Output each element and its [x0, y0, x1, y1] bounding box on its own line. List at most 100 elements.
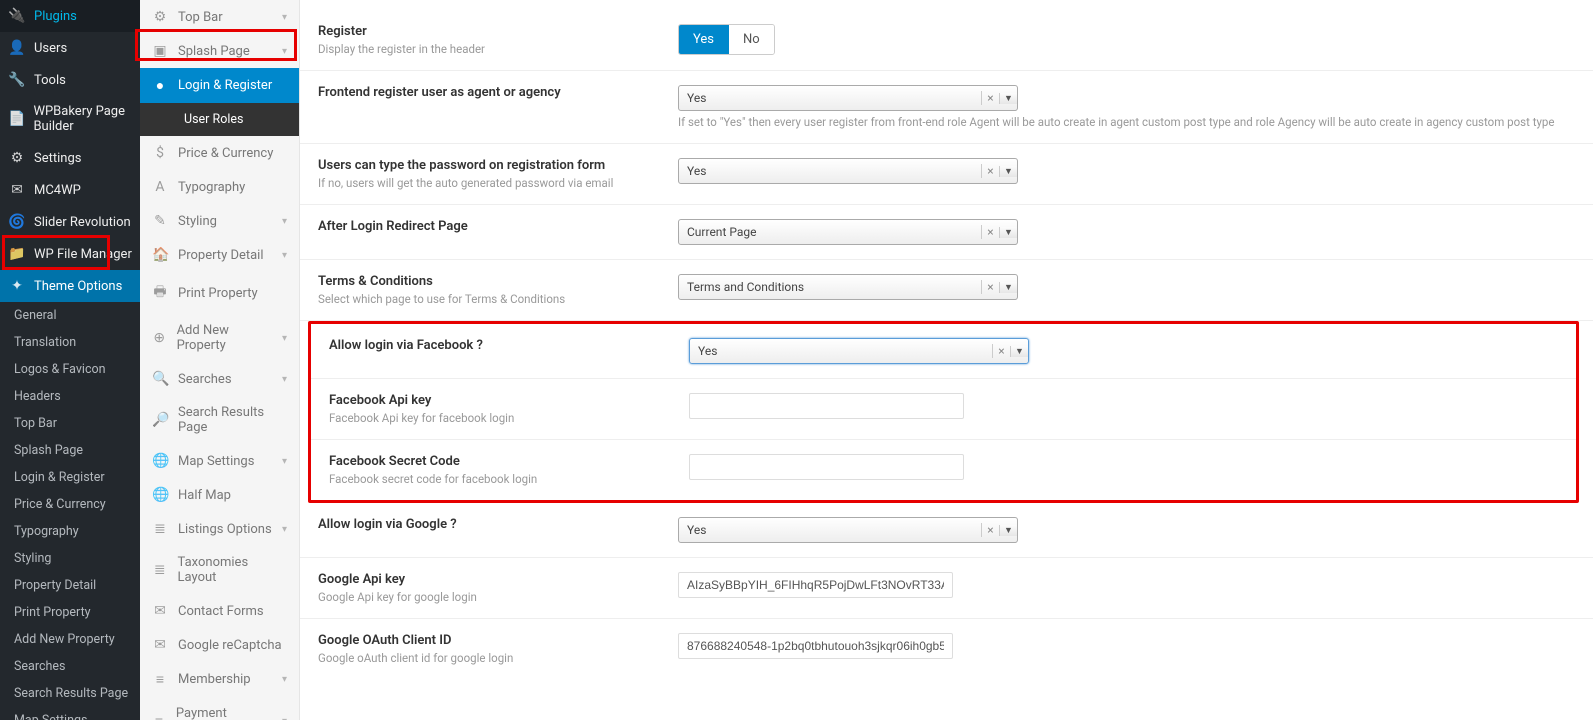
wp-menu-mc4wp[interactable]: ✉MC4WP — [0, 174, 140, 206]
menu-icon: 📁 — [8, 246, 26, 262]
opt-google-recaptcha[interactable]: ✉Google reCaptcha — [140, 628, 299, 662]
option-icon: 🔍 — [152, 371, 168, 387]
wp-submenu-add-new-property[interactable]: Add New Property — [0, 626, 140, 653]
menu-icon: ⚙ — [8, 150, 26, 166]
option-icon: 🖶 — [152, 281, 168, 305]
field-label: Frontend register user as agent or agenc… — [318, 85, 648, 100]
g-oauth-input[interactable] — [678, 633, 953, 659]
wp-submenu-print-property[interactable]: Print Property — [0, 599, 140, 626]
field-label: Google OAuth Client ID — [318, 633, 648, 648]
wp-submenu-splash-page[interactable]: Splash Page — [0, 437, 140, 464]
opt-add-new-property[interactable]: ⊕Add New Property▾ — [140, 314, 299, 362]
wp-submenu-typography[interactable]: Typography — [0, 518, 140, 545]
field-terms: Terms & Conditions Select which page to … — [300, 260, 1593, 321]
chevron-down-icon[interactable]: ▼ — [999, 93, 1017, 104]
select-value: Yes — [679, 164, 981, 178]
field-g-api: Google Api key Google Api key for google… — [300, 558, 1593, 619]
wp-menu-slider-revolution[interactable]: 🌀 Slider Revolution — [0, 206, 140, 238]
opt-map-settings[interactable]: 🌐Map Settings▾ — [140, 444, 299, 478]
option-icon: 🔎 — [152, 412, 168, 428]
option-icon: ≡ — [152, 671, 168, 688]
wp-menu-users[interactable]: 👤 Users — [0, 32, 140, 64]
register-toggle[interactable]: Yes No — [678, 24, 775, 55]
wp-menu-settings[interactable]: ⚙Settings — [0, 142, 140, 174]
g-api-input[interactable] — [678, 572, 953, 598]
fb-secret-input[interactable] — [689, 454, 964, 480]
option-label: Listings Options — [178, 522, 272, 537]
opt-searches[interactable]: 🔍Searches▾ — [140, 362, 299, 396]
opt-print-property[interactable]: 🖶Print Property — [140, 272, 299, 314]
wp-submenu-price-currency[interactable]: Price & Currency — [0, 491, 140, 518]
option-label: Payment Gateways — [176, 706, 272, 720]
field-description: Google oAuth client id for google login — [318, 651, 648, 665]
toggle-yes[interactable]: Yes — [679, 25, 729, 54]
terms-select[interactable]: Terms and Conditions × ▼ — [678, 274, 1018, 300]
option-icon: A — [152, 179, 168, 195]
opt-user-roles[interactable]: User Roles — [140, 103, 299, 136]
chevron-down-icon[interactable]: ▼ — [999, 282, 1017, 293]
wp-submenu-translation[interactable]: Translation — [0, 329, 140, 356]
password-select[interactable]: Yes × ▼ — [678, 158, 1018, 184]
clear-icon[interactable]: × — [992, 344, 1010, 358]
wp-submenu-searches[interactable]: Searches — [0, 653, 140, 680]
menu-label: Theme Options — [34, 279, 122, 294]
menu-label: Slider Revolution — [34, 215, 131, 230]
chevron-down-icon: ▾ — [282, 333, 287, 344]
clear-icon[interactable]: × — [981, 225, 999, 239]
opt-styling[interactable]: ✎Styling▾ — [140, 204, 299, 238]
chevron-down-icon[interactable]: ▼ — [999, 525, 1017, 536]
opt-login-register[interactable]: ●Login & Register — [140, 68, 299, 103]
clear-icon[interactable]: × — [981, 164, 999, 178]
fb-api-input[interactable] — [689, 393, 964, 419]
menu-icon: 👤 — [8, 40, 26, 56]
opt-contact-forms[interactable]: ✉Contact Forms — [140, 594, 299, 628]
wp-menu-tools[interactable]: 🔧Tools — [0, 64, 140, 96]
toggle-no[interactable]: No — [729, 25, 774, 54]
select-value: Current Page — [679, 225, 981, 239]
opt-splash-page[interactable]: ▣Splash Page▾ — [140, 34, 299, 68]
opt-property-detail[interactable]: 🏠Property Detail▾ — [140, 238, 299, 272]
wp-submenu-top-bar[interactable]: Top Bar — [0, 410, 140, 437]
opt-price-currency[interactable]: $Price & Currency — [140, 136, 299, 170]
wp-submenu-headers[interactable]: Headers — [0, 383, 140, 410]
wp-submenu-search-results-page[interactable]: Search Results Page — [0, 680, 140, 707]
opt-listings-options[interactable]: ≣Listings Options▾ — [140, 512, 299, 546]
fb-allow-select[interactable]: Yes × ▼ — [689, 338, 1029, 364]
field-label: Facebook Secret Code — [329, 454, 659, 469]
opt-top-bar[interactable]: ⚙Top Bar▾ — [140, 0, 299, 34]
option-label: Price & Currency — [178, 146, 273, 161]
option-icon: ≡ — [152, 713, 166, 720]
chevron-down-icon[interactable]: ▼ — [1010, 346, 1028, 357]
opt-search-results-page[interactable]: 🔎Search Results Page — [140, 396, 299, 444]
opt-membership[interactable]: ≡Membership▾ — [140, 662, 299, 697]
option-label: Typography — [178, 180, 245, 195]
wp-submenu-map-settings[interactable]: Map Settings — [0, 707, 140, 720]
opt-half-map[interactable]: 🌐Half Map — [140, 478, 299, 512]
wp-menu-plugins[interactable]: 🔌Plugins — [0, 0, 140, 32]
wp-submenu-login-register[interactable]: Login & Register — [0, 464, 140, 491]
wp-menu-wpbakery-page-builder[interactable]: 📄WPBakery Page Builder — [0, 96, 140, 142]
menu-icon: 🌀 — [8, 214, 26, 230]
redirect-select[interactable]: Current Page × ▼ — [678, 219, 1018, 245]
opt-taxonomies-layout[interactable]: ≣Taxonomies Layout — [140, 546, 299, 594]
menu-label: Users — [34, 41, 67, 56]
clear-icon[interactable]: × — [981, 91, 999, 105]
clear-icon[interactable]: × — [981, 280, 999, 294]
chevron-down-icon: ▾ — [282, 374, 287, 385]
wp-menu-wp-file-manager[interactable]: 📁WP File Manager — [0, 238, 140, 270]
chevron-down-icon[interactable]: ▼ — [999, 227, 1017, 238]
wp-menu-theme-options[interactable]: ✦Theme Options — [0, 270, 140, 302]
select-value: Yes — [679, 523, 981, 537]
settings-panel: Register Display the register in the hea… — [300, 0, 1593, 720]
chevron-down-icon[interactable]: ▼ — [999, 166, 1017, 177]
frontend-agent-select[interactable]: Yes × ▼ — [678, 85, 1018, 111]
clear-icon[interactable]: × — [981, 523, 999, 537]
wp-submenu-logos-favicon[interactable]: Logos & Favicon — [0, 356, 140, 383]
field-label: Allow login via Facebook ? — [329, 338, 659, 353]
g-allow-select[interactable]: Yes × ▼ — [678, 517, 1018, 543]
opt-typography[interactable]: A Typography — [140, 170, 299, 204]
wp-submenu-styling[interactable]: Styling — [0, 545, 140, 572]
opt-payment-gateways[interactable]: ≡Payment Gateways▾ — [140, 697, 299, 720]
wp-submenu-general[interactable]: General — [0, 302, 140, 329]
wp-submenu-property-detail[interactable]: Property Detail — [0, 572, 140, 599]
